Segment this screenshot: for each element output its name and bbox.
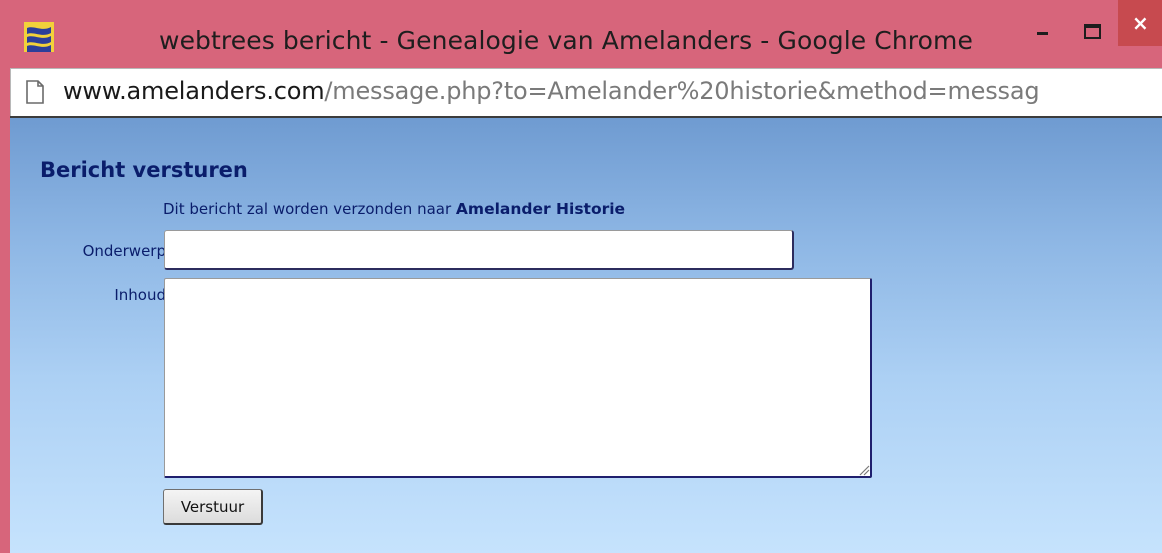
page-title: Bericht versturen [40,158,248,182]
submit-button[interactable]: Verstuur [163,489,263,525]
page-icon [26,80,44,104]
browser-window: webtrees bericht - Genealogie van Amelan… [0,0,1162,553]
url-host: www.amelanders.com [63,77,325,105]
subject-input[interactable] [164,230,794,270]
title-bar[interactable]: webtrees bericht - Genealogie van Amelan… [0,0,1162,66]
minimize-button[interactable] [1020,0,1064,42]
body-textarea[interactable] [164,278,872,478]
recipient-name: Amelander Historie [455,200,626,218]
close-icon: × [1132,11,1149,35]
maximize-button[interactable] [1070,0,1114,42]
recipient-info-text: Dit bericht zal worden verzonden naar [163,200,456,218]
window-title: webtrees bericht - Genealogie van Amelan… [159,26,973,55]
url-text[interactable]: www.amelanders.com/message.php?to=Amelan… [63,77,1040,105]
address-bar[interactable]: www.amelanders.com/message.php?to=Amelan… [10,68,1162,116]
resize-grip-icon[interactable] [858,464,870,476]
url-path: /message.php?to=Amelander%20historie&met… [324,77,1040,105]
body-label: Inhoud [114,286,166,304]
close-button[interactable]: × [1118,0,1162,46]
recipient-info: Dit bericht zal worden verzonden naar Am… [163,200,625,218]
subject-label: Onderwerp [82,242,166,260]
page-content: Bericht versturen Dit bericht zal worden… [10,116,1162,553]
